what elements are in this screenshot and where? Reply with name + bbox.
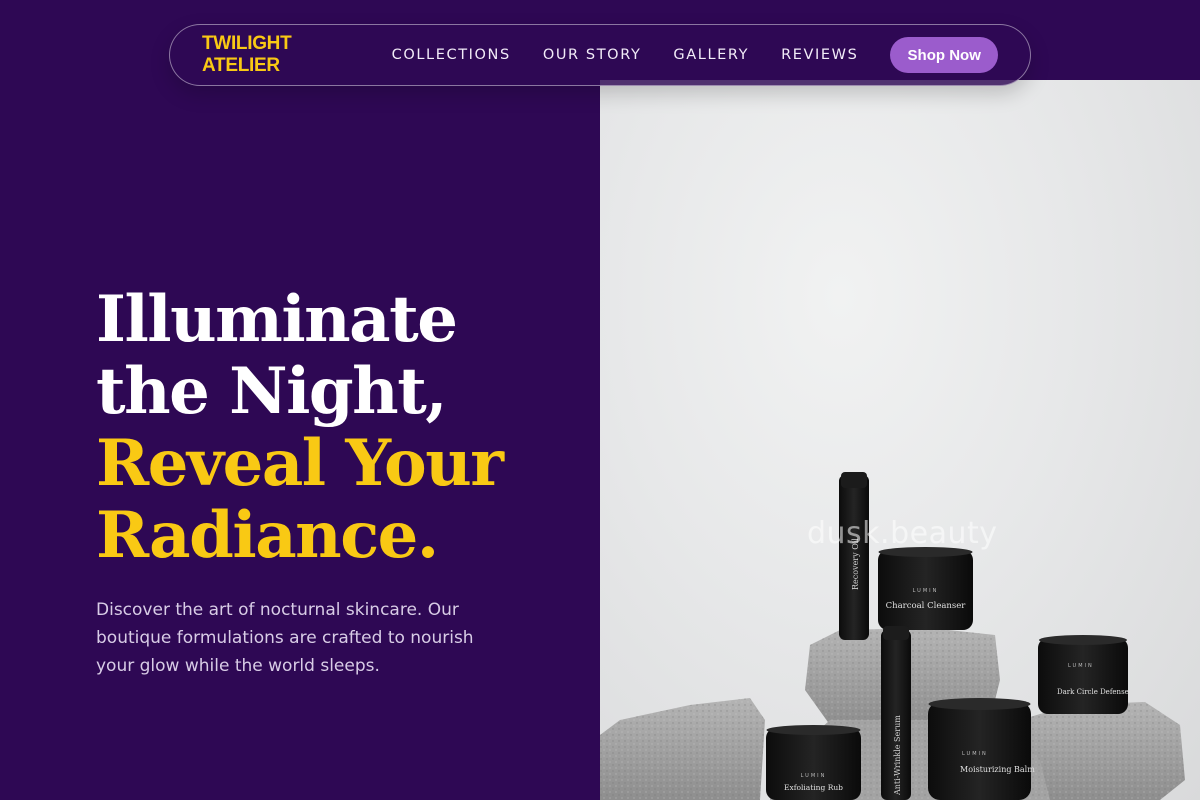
headline-line-2: the Night, (96, 354, 448, 429)
product-brand-dark-circle: LUMIN (1068, 663, 1094, 669)
product-brand-exfoliating: LUMIN (801, 773, 827, 779)
product-brand-charcoal: LUMIN (913, 588, 939, 594)
main-nav: TWILIGHT ATELIER COLLECTIONS OUR STORY G… (169, 24, 1031, 86)
nav-links: COLLECTIONS OUR STORY GALLERY REVIEWS (392, 47, 891, 63)
nav-link-gallery[interactable]: GALLERY (673, 47, 749, 63)
product-dark-circle-defense: LUMIN Dark Circle Defense (1038, 635, 1129, 714)
product-recovery-oil: Recovery Oil (839, 472, 869, 640)
nav-link-collections[interactable]: COLLECTIONS (392, 47, 511, 63)
product-moisturizing-balm: LUMIN Moisturizing Balm (928, 698, 1035, 800)
nav-link-our-story[interactable]: OUR STORY (543, 47, 642, 63)
headline-line-3: Reveal Your (96, 426, 504, 501)
product-charcoal-cleanser: LUMIN Charcoal Cleanser (878, 547, 973, 630)
product-label-charcoal-cleanser: Charcoal Cleanser (886, 601, 967, 611)
headline-line-1: Illuminate (96, 282, 458, 357)
nav-link-reviews[interactable]: REVIEWS (781, 47, 858, 63)
image-watermark: dusk.beauty (807, 516, 998, 551)
product-label-anti-wrinkle-serum: Anti-Wrinkle Serum (893, 715, 902, 796)
product-scene: Recovery Oil LUMIN Charcoal Cleanser Ant… (600, 472, 1185, 800)
product-label-exfoliating-rub: Exfoliating Rub (784, 783, 843, 792)
hero-product-image: Recovery Oil LUMIN Charcoal Cleanser Ant… (600, 80, 1200, 800)
product-exfoliating-rub: LUMIN Exfoliating Rub (766, 725, 861, 800)
hero-headline: Illuminate the Night, Reveal Your Radian… (96, 284, 576, 572)
product-label-moisturizing-balm: Moisturizing Balm (960, 765, 1035, 774)
headline-line-4: Radiance. (96, 498, 439, 573)
product-brand-moisturizing: LUMIN (962, 751, 988, 757)
product-anti-wrinkle-serum: Anti-Wrinkle Serum (881, 626, 911, 800)
product-label-dark-circle-defense: Dark Circle Defense (1057, 688, 1129, 696)
hero-subtext: Discover the art of nocturnal skincare. … (96, 600, 474, 676)
shop-now-button[interactable]: Shop Now (890, 37, 998, 73)
brand-logo[interactable]: TWILIGHT ATELIER (202, 33, 360, 77)
